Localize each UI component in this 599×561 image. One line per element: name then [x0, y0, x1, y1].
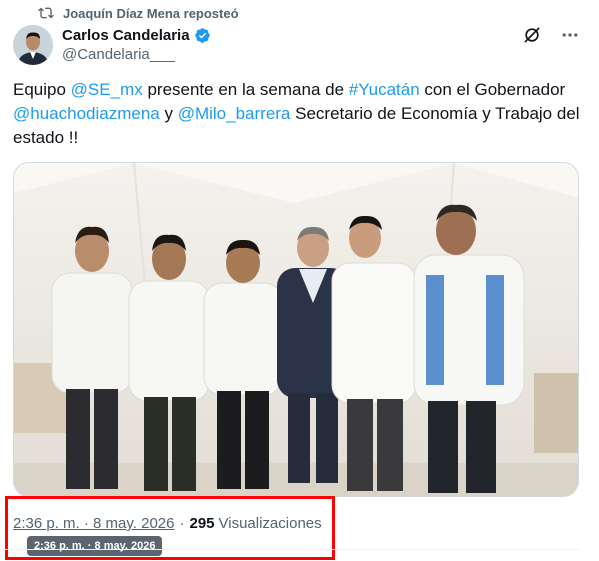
more-options-icon — [562, 33, 578, 37]
tweet-meta: 2:36 p. m. · 8 may. 2026 · 295 Visualiza… — [13, 515, 322, 532]
repost-indicator[interactable]: Joaquín Díaz Mena reposteó — [38, 4, 239, 22]
mention-link[interactable]: @huachodiazmena — [13, 104, 160, 123]
tweet-text-segment: presente en la semana de — [142, 80, 349, 99]
views-label: Visualizaciones — [218, 515, 322, 532]
author-handle[interactable]: @Candelaria___ — [62, 46, 211, 63]
grok-button[interactable] — [521, 24, 543, 46]
separator-dot: · — [179, 515, 185, 532]
repost-icon — [38, 7, 54, 19]
hashtag-link[interactable]: #Yucatán — [349, 80, 420, 99]
grok-icon — [524, 27, 540, 43]
tweet-text-segment: y — [159, 104, 178, 123]
mention-link[interactable]: @SE_mx — [71, 80, 143, 99]
divider — [0, 549, 580, 550]
mention-link[interactable]: @Milo_barrera — [178, 104, 291, 123]
repost-label: Joaquín Díaz Mena reposteó — [63, 5, 239, 21]
avatar[interactable] — [13, 25, 53, 65]
author-name[interactable]: Carlos Candelaria — [62, 27, 190, 44]
timestamp-tooltip: 2:36 p. m. · 8 may. 2026 — [27, 536, 163, 556]
verified-badge-icon — [194, 27, 210, 43]
timestamp-link[interactable]: 2:36 p. m. · 8 may. 2026 — [13, 515, 174, 532]
tweet-text-segment: con el Gobernador — [419, 80, 566, 99]
views-count: 295 — [189, 515, 215, 532]
tweet-text: Equipo @SE_mx presente en la semana de #… — [13, 78, 583, 150]
author-block[interactable]: Carlos Candelaria @Candelaria___ — [62, 25, 211, 63]
tweet-text-segment: Equipo — [13, 80, 71, 99]
avatar-image — [13, 25, 53, 65]
group-photo — [14, 163, 578, 496]
tweet-photo[interactable] — [13, 162, 579, 497]
more-options-button[interactable] — [559, 24, 581, 46]
